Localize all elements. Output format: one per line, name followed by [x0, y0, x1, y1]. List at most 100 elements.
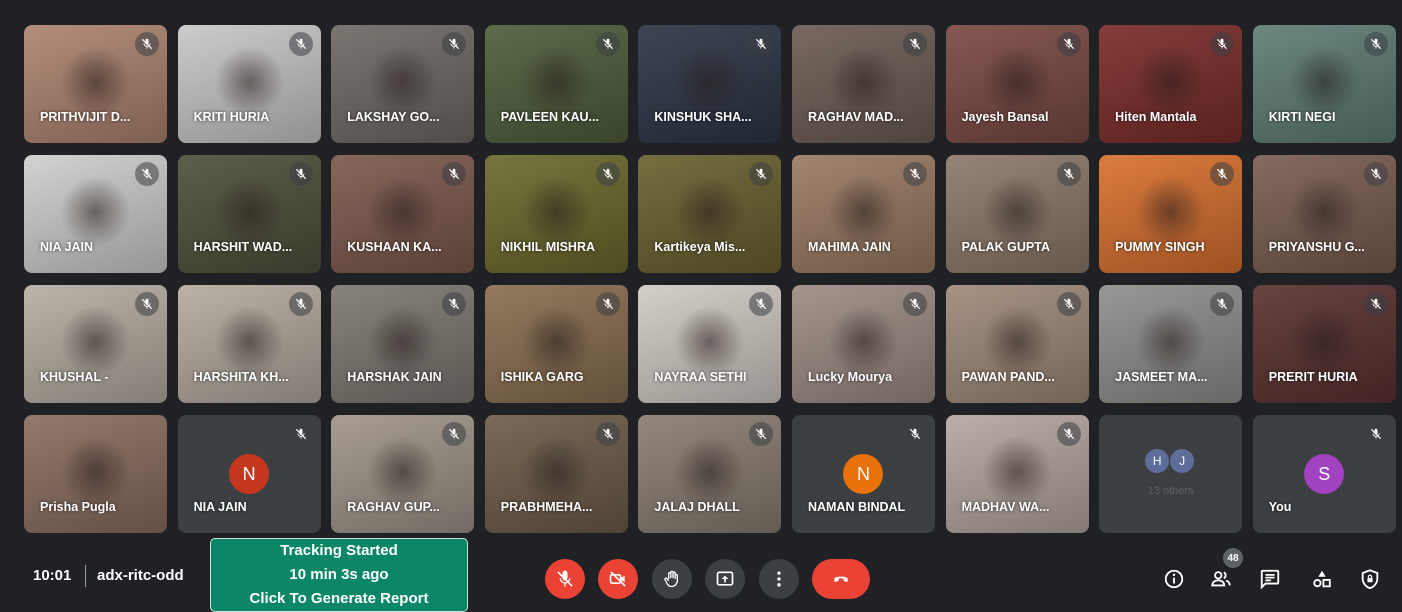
mic-off-icon: [288, 422, 313, 446]
meeting-details-button[interactable]: [1161, 566, 1187, 592]
mic-off-icon: [1363, 422, 1388, 446]
participant-tile[interactable]: Prisha Pugla: [24, 415, 167, 533]
participant-name: ISHIKA GARG: [500, 370, 584, 384]
mic-off-icon: [749, 32, 774, 56]
present-screen-button[interactable]: [705, 559, 745, 599]
participant-tile[interactable]: KIRTI NEGI: [1252, 25, 1396, 143]
participant-name: NIKHIL MISHRA: [500, 240, 595, 254]
participant-name: KHUSHAL -: [40, 370, 109, 384]
activities-button[interactable]: [1309, 566, 1335, 592]
mic-off-icon: [442, 292, 467, 316]
info-icon: [1164, 569, 1184, 589]
participant-tile[interactable]: PALAK GUPTA: [945, 155, 1089, 273]
more-options-button[interactable]: [759, 559, 799, 599]
participant-name: Kartikeya Mis...: [654, 240, 746, 254]
participant-tile[interactable]: HARSHITA KH...: [177, 285, 321, 403]
participant-tile[interactable]: S You: [1252, 415, 1396, 533]
participant-name: PRITHVIJIT D...: [40, 110, 131, 124]
mic-off-icon: [1363, 32, 1388, 56]
divider: [85, 565, 86, 587]
participant-tile[interactable]: KRITI HURIA: [177, 25, 321, 143]
mic-off-icon: [595, 292, 620, 316]
participant-name: KUSHAAN KA...: [347, 240, 442, 254]
participant-tile[interactable]: PUMMY SINGH: [1099, 155, 1243, 273]
avatar: S: [1304, 454, 1345, 494]
participant-tile[interactable]: KINSHUK SHA...: [638, 25, 782, 143]
chat-button[interactable]: [1257, 566, 1283, 592]
participant-name: HARSHIT WAD...: [193, 240, 293, 254]
participant-name: PUMMY SINGH: [1115, 240, 1205, 254]
end-call-icon: [834, 576, 848, 582]
people-icon: [1211, 571, 1231, 587]
participant-tile[interactable]: PRABHMEHA...: [484, 415, 628, 533]
mic-off-icon: [1056, 422, 1081, 446]
mic-off-icon: [442, 422, 467, 446]
people-count-badge: 48: [1223, 548, 1243, 568]
microphone-toggle-button[interactable]: [545, 559, 585, 599]
meeting-code: adx-ritc-odd: [97, 567, 184, 584]
people-button[interactable]: [1208, 566, 1234, 592]
participant-tile[interactable]: NAYRAA SETHI: [638, 285, 782, 403]
participant-name: NIA JAIN: [193, 500, 247, 514]
participant-tile[interactable]: Jayesh Bansal: [945, 25, 1089, 143]
activities-icon: [1313, 570, 1331, 588]
participant-tile[interactable]: ISHIKA GARG: [484, 285, 628, 403]
participant-tile[interactable]: N NIA JAIN: [177, 415, 321, 533]
participant-tile[interactable]: JALAJ DHALL: [638, 415, 782, 533]
participant-tile[interactable]: Kartikeya Mis...: [638, 155, 782, 273]
tracking-report-button[interactable]: Tracking Started 10 min 3s ago Click To …: [210, 538, 468, 612]
participant-tile[interactable]: KUSHAAN KA...: [331, 155, 475, 273]
participant-tile[interactable]: Hiten Mantala: [1099, 25, 1243, 143]
participant-tile[interactable]: JASMEET MA...: [1099, 285, 1243, 403]
others-label: 13 others: [1147, 485, 1194, 497]
participant-tile[interactable]: MAHIMA JAIN: [791, 155, 935, 273]
participant-name: LAKSHAY GO...: [347, 110, 440, 124]
participant-name: JASMEET MA...: [1115, 370, 1208, 384]
participant-name: NAYRAA SETHI: [654, 370, 747, 384]
participant-tile[interactable]: NIA JAIN: [24, 155, 167, 273]
participant-tile[interactable]: MADHAV WA...: [945, 415, 1089, 533]
participant-tile[interactable]: HARSHAK JAIN: [331, 285, 475, 403]
mic-off-icon: [595, 422, 620, 446]
participant-name: Jayesh Bansal: [961, 110, 1049, 124]
raise-hand-button[interactable]: [652, 559, 692, 599]
participant-name: Prisha Pugla: [40, 500, 116, 514]
mic-off-icon: [442, 32, 467, 56]
participant-tile[interactable]: PAVLEEN KAU...: [484, 25, 628, 143]
bottom-bar: 10:01 adx-ritc-odd Tracking Started 10 m…: [0, 537, 1402, 612]
mic-off-icon: [902, 32, 927, 56]
participant-tile[interactable]: HARSHIT WAD...: [177, 155, 321, 273]
participant-name: HARSHAK JAIN: [347, 370, 442, 384]
participant-name: Hiten Mantala: [1115, 110, 1197, 124]
mic-off-icon: [135, 292, 159, 316]
more-vertical-icon: [777, 571, 781, 587]
avatar: N: [843, 454, 884, 494]
participant-name: PALAK GUPTA: [961, 240, 1050, 254]
participant-tile[interactable]: NIKHIL MISHRA: [484, 155, 628, 273]
participant-tile[interactable]: LAKSHAY GO...: [331, 25, 475, 143]
mic-off-icon: [135, 162, 159, 186]
avatar: N: [229, 454, 270, 494]
others-tile[interactable]: H J 13 others: [1099, 415, 1243, 533]
participant-tile[interactable]: N NAMAN BINDAL: [791, 415, 935, 533]
mic-off-icon: [749, 422, 774, 446]
mic-off-icon: [1363, 162, 1388, 186]
participant-tile[interactable]: PRITHVIJIT D...: [24, 25, 167, 143]
participant-name: MADHAV WA...: [961, 500, 1050, 514]
leave-call-button[interactable]: [812, 559, 870, 599]
mic-off-icon: [1056, 292, 1081, 316]
participant-tile[interactable]: PAWAN PAND...: [945, 285, 1089, 403]
participant-tile[interactable]: RAGHAV MAD...: [791, 25, 935, 143]
camera-toggle-button[interactable]: [598, 559, 638, 599]
mic-off-icon: [442, 162, 467, 186]
participant-tile[interactable]: RAGHAV GUP...: [331, 415, 475, 533]
participant-tile[interactable]: Lucky Mourya: [791, 285, 935, 403]
participant-name: NAMAN BINDAL: [807, 500, 906, 514]
participant-tile[interactable]: KHUSHAL -: [24, 285, 167, 403]
mic-off-icon: [902, 162, 927, 186]
mic-off-icon: [595, 162, 620, 186]
participant-tile[interactable]: PRIYANSHU G...: [1252, 155, 1396, 273]
host-controls-button[interactable]: [1357, 566, 1383, 592]
tracking-status: Tracking Started: [280, 542, 398, 559]
participant-tile[interactable]: PRERIT HURIA: [1252, 285, 1396, 403]
